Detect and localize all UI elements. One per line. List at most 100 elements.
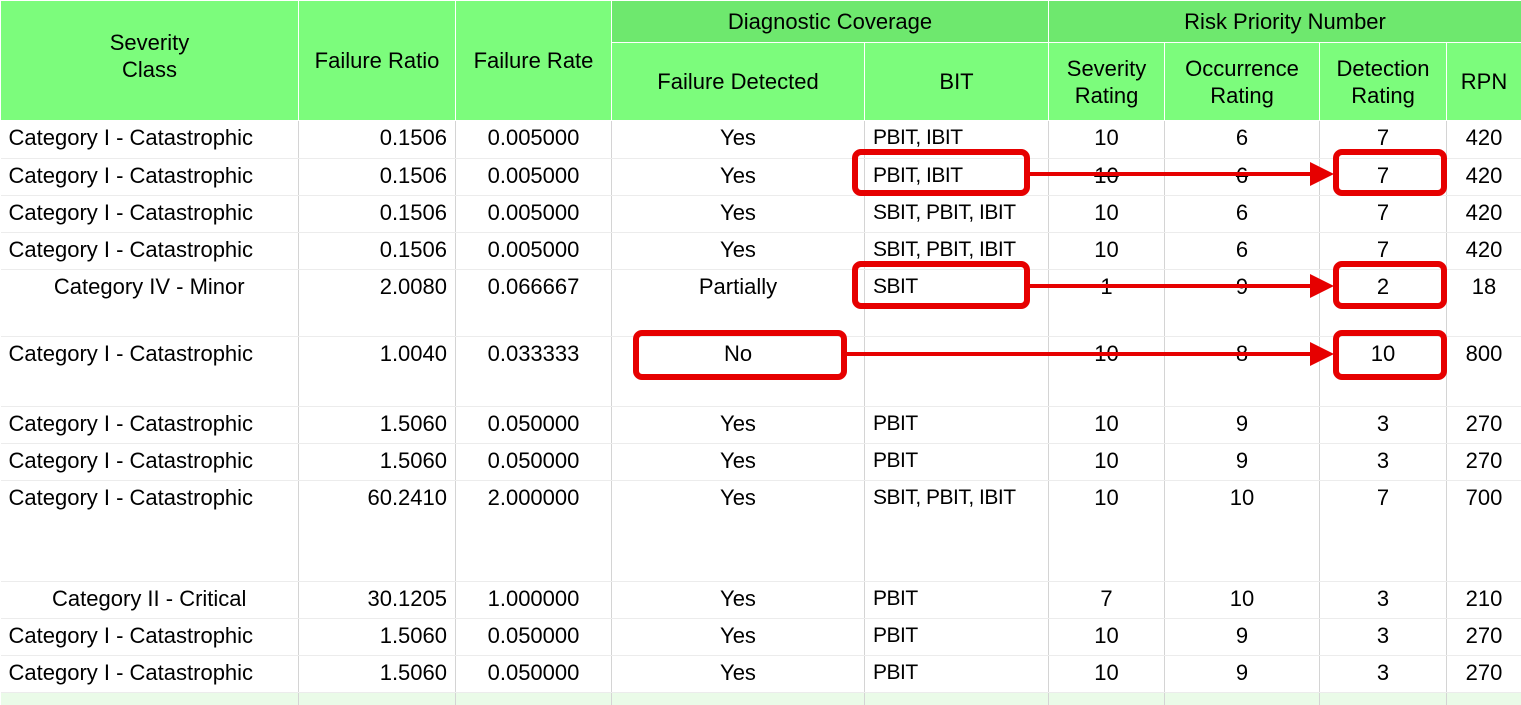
cell-severity-class: Category IV - Minor <box>1 270 299 337</box>
cell-occurrence-rating: 6 <box>1165 121 1320 159</box>
cell-severity-class: Category I - Catastrophic <box>1 481 299 582</box>
cell-failure-rate: 0.066667 <box>456 270 612 337</box>
cell-failure-detected: Yes <box>612 233 865 270</box>
cell-rpn: 420 <box>1447 233 1521 270</box>
cell-severity-rating: 10 <box>1049 619 1165 656</box>
cell-severity-class: Category II - Critical <box>1 582 299 619</box>
cell-failure-rate: 0.005000 <box>456 233 612 270</box>
cell-bit: SBIT, PBIT, IBIT <box>865 233 1049 270</box>
cell-bit: PBIT <box>865 656 1049 693</box>
cell-occurrence-rating: 10 <box>1165 582 1320 619</box>
cell-occurrence-rating: 9 <box>1165 619 1320 656</box>
header-failure-ratio[interactable]: Failure Ratio <box>299 1 456 121</box>
table-row[interactable]: Category I - Catastrophic 0.1506 0.00500… <box>1 159 1521 196</box>
cell-severity-class: Category I - Catastrophic <box>1 159 299 196</box>
cell-detection-rating: 3 <box>1320 407 1447 444</box>
cell-severity-class: Category I - Catastrophic <box>1 656 299 693</box>
cell-occurrence-rating: 9 <box>1165 444 1320 481</box>
header-severity-class[interactable]: Severity Class <box>1 1 299 121</box>
header-rpn[interactable]: RPN <box>1447 43 1521 121</box>
cell-failure-ratio: 1.5060 <box>299 656 456 693</box>
cell-bit: PBIT <box>865 407 1049 444</box>
table-row[interactable]: Category IV - Minor 2.0080 0.066667 Part… <box>1 270 1521 337</box>
cell-rpn: 270 <box>1447 444 1521 481</box>
cell-rpn: 270 <box>1447 407 1521 444</box>
cell-failure-rate: 0.050000 <box>456 619 612 656</box>
cell-occurrence-rating: 9 <box>1165 656 1320 693</box>
header-bit[interactable]: BIT <box>865 43 1049 121</box>
cell-bit: PBIT, IBIT <box>865 121 1049 159</box>
cell-failure-detected: Yes <box>612 619 865 656</box>
cell-failure-rate: 2.000000 <box>456 481 612 582</box>
table-row[interactable]: Category I - Catastrophic 1.5060 0.05000… <box>1 619 1521 656</box>
cell-failure-detected: Yes <box>612 196 865 233</box>
cell-severity-rating: 10 <box>1049 407 1165 444</box>
cell-rpn: 210 <box>1447 582 1521 619</box>
cell-severity-rating: 7 <box>1049 582 1165 619</box>
table-row[interactable]: Category I - Catastrophic 1.5060 0.05000… <box>1 407 1521 444</box>
cell-detection-rating: 7 <box>1320 121 1447 159</box>
cell-bit: SBIT <box>865 270 1049 337</box>
cell-failure-ratio: 1.5060 <box>299 444 456 481</box>
cell-occurrence-rating: 8 <box>1165 337 1320 407</box>
table-row[interactable]: Category II - Critical 30.1205 1.000000 … <box>1 582 1521 619</box>
cell-failure-ratio: 1.0040 <box>299 337 456 407</box>
table-row[interactable]: Category I - Catastrophic 1.5060 0.05000… <box>1 444 1521 481</box>
header-failure-rate[interactable]: Failure Rate <box>456 1 612 121</box>
table-row[interactable]: Category I - Catastrophic 0.1506 0.00500… <box>1 196 1521 233</box>
cell-occurrence-rating: 9 <box>1165 270 1320 337</box>
cell-detection-rating: 3 <box>1320 656 1447 693</box>
cell-failure-rate: 0.005000 <box>456 159 612 196</box>
table-row[interactable]: Category I - Catastrophic 60.2410 2.0000… <box>1 481 1521 582</box>
cell-failure-detected: Yes <box>612 481 865 582</box>
cell-rpn: 700 <box>1447 481 1521 582</box>
table-row[interactable]: Category I - Catastrophic 0.1506 0.00500… <box>1 121 1521 159</box>
cell-severity-rating: 10 <box>1049 159 1165 196</box>
cell-severity-class: Category I - Catastrophic <box>1 337 299 407</box>
cell-rpn: 800 <box>1447 337 1521 407</box>
cell-occurrence-rating: 6 <box>1165 233 1320 270</box>
cell-failure-detected: No <box>612 337 865 407</box>
header-risk-priority-number: Risk Priority Number <box>1049 1 1521 43</box>
cell-failure-ratio: 0.1506 <box>299 121 456 159</box>
cell-detection-rating: 7 <box>1320 196 1447 233</box>
header-severity-rating[interactable]: Severity Rating <box>1049 43 1165 121</box>
cell-failure-detected: Yes <box>612 444 865 481</box>
cell-failure-rate: 0.050000 <box>456 407 612 444</box>
cell-failure-ratio: 30.1205 <box>299 582 456 619</box>
cell-detection-rating: 7 <box>1320 233 1447 270</box>
table-row[interactable]: Category I - Catastrophic 1.0040 0.03333… <box>1 337 1521 407</box>
cell-severity-rating: 10 <box>1049 121 1165 159</box>
header-detection-rating[interactable]: Detection Rating <box>1320 43 1447 121</box>
cell-failure-detected: Yes <box>612 656 865 693</box>
header-failure-detected[interactable]: Failure Detected <box>612 43 865 121</box>
cell-severity-rating: 10 <box>1049 233 1165 270</box>
cell-bit: SBIT, PBIT, IBIT <box>865 196 1049 233</box>
table-row[interactable]: Category I - Catastrophic 0.1506 0.00500… <box>1 233 1521 270</box>
cell-detection-rating: 2 <box>1320 270 1447 337</box>
table-row[interactable]: Category I - Catastrophic 1.5060 0.05000… <box>1 656 1521 693</box>
cell-failure-rate: 0.033333 <box>456 337 612 407</box>
cell-bit: SBIT, PBIT, IBIT <box>865 481 1049 582</box>
cell-detection-rating: 10 <box>1320 337 1447 407</box>
header-occurrence-rating[interactable]: Occurrence Rating <box>1165 43 1320 121</box>
cell-severity-class: Category I - Catastrophic <box>1 407 299 444</box>
cell-severity-class: Category I - Catastrophic <box>1 619 299 656</box>
cell-failure-ratio: 2.0080 <box>299 270 456 337</box>
cell-failure-detected: Yes <box>612 582 865 619</box>
cell-detection-rating: 7 <box>1320 159 1447 196</box>
fmeca-table: Severity Class Failure Ratio Failure Rat… <box>0 0 1521 705</box>
cell-failure-rate: 1.000000 <box>456 582 612 619</box>
cell-failure-ratio: 0.1506 <box>299 233 456 270</box>
cell-bit: PBIT <box>865 582 1049 619</box>
cell-occurrence-rating: 9 <box>1165 407 1320 444</box>
cell-occurrence-rating: 10 <box>1165 481 1320 582</box>
cell-severity-rating: 10 <box>1049 196 1165 233</box>
cell-rpn: 420 <box>1447 159 1521 196</box>
cell-detection-rating: 3 <box>1320 619 1447 656</box>
cell-detection-rating: 3 <box>1320 444 1447 481</box>
cell-failure-rate: 0.050000 <box>456 656 612 693</box>
cell-failure-ratio: 1.5060 <box>299 619 456 656</box>
cell-rpn: 420 <box>1447 121 1521 159</box>
cell-severity-class: Category I - Catastrophic <box>1 233 299 270</box>
